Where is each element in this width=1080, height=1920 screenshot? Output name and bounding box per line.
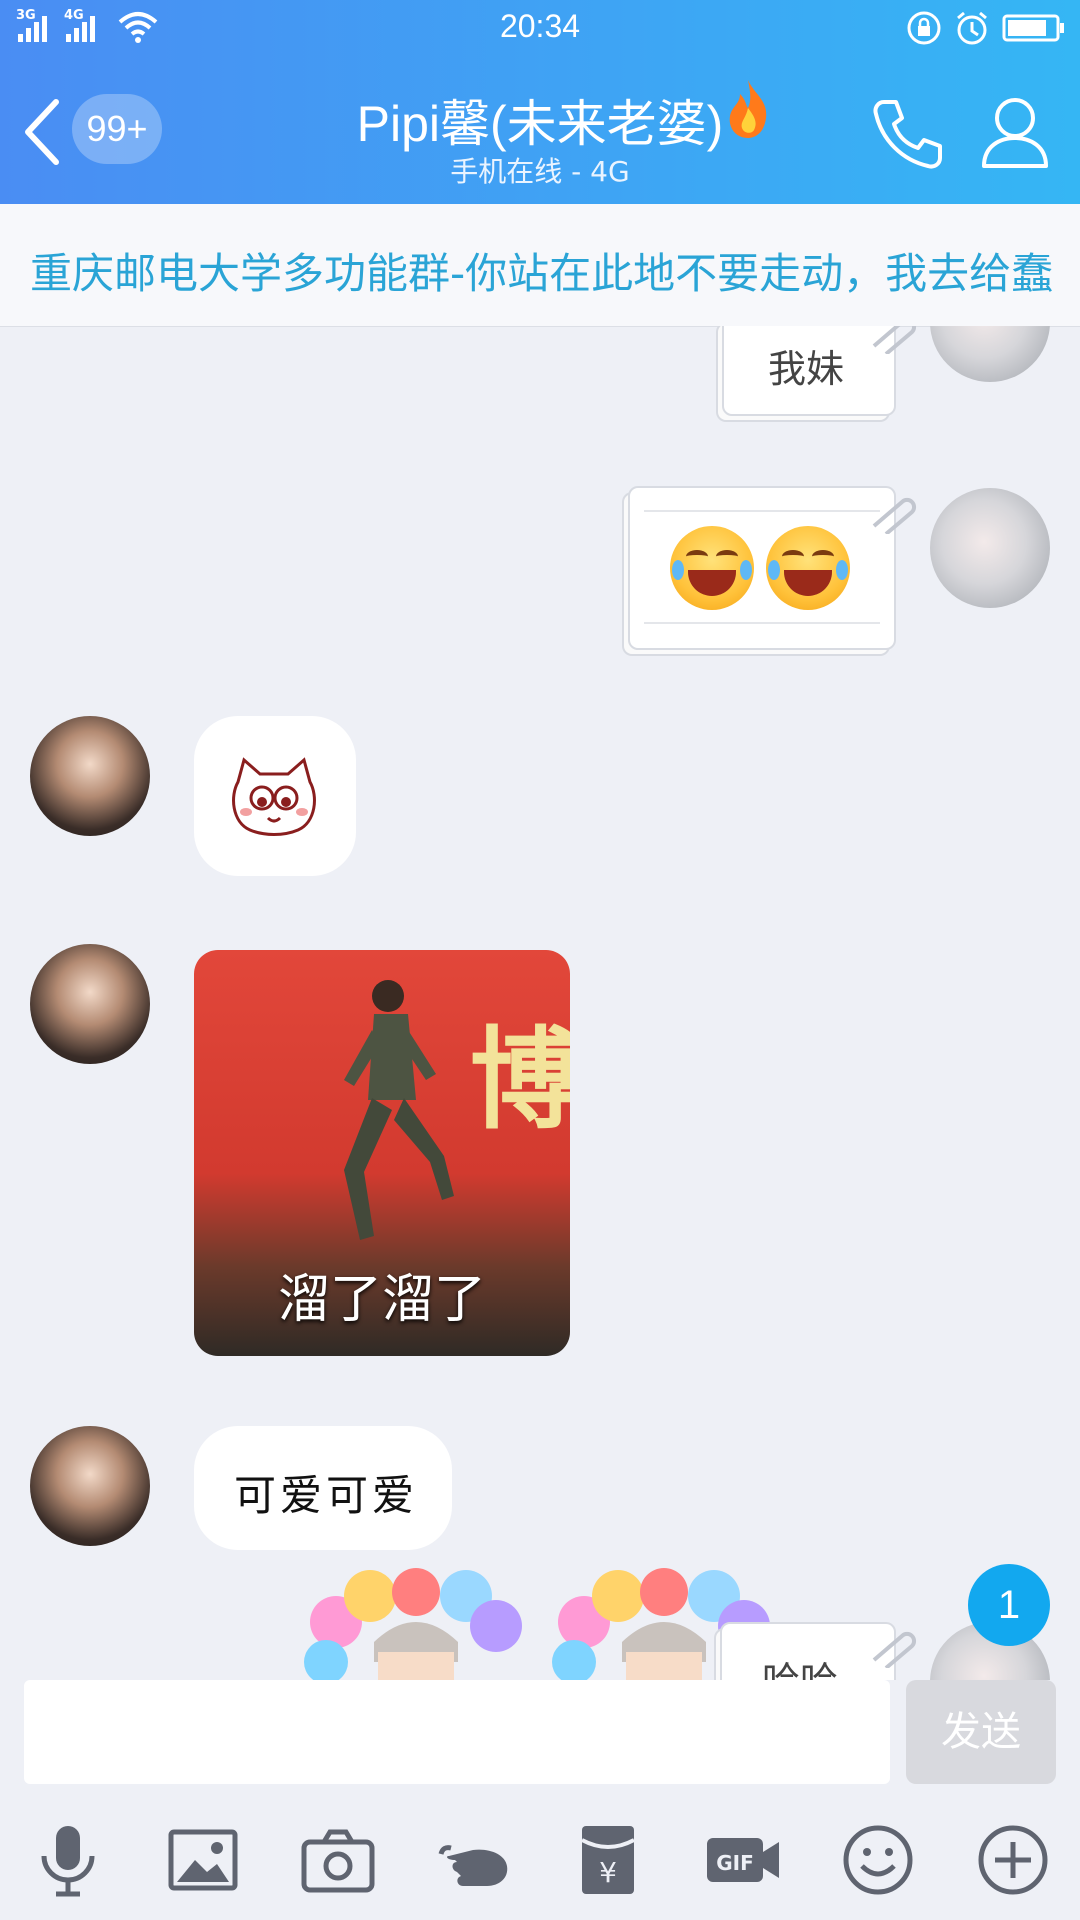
image-caption: 溜了溜了 [277, 1270, 486, 1330]
send-button[interactable]: 发送 [906, 1680, 1056, 1784]
message-text: 可爱可爱 [234, 1471, 419, 1520]
gif-icon[interactable]: GIF [703, 1820, 783, 1900]
emoji-icon[interactable] [838, 1820, 918, 1900]
message-text: 哈哈 [762, 1650, 838, 1680]
group-notice-bar[interactable]: 重庆邮电大学多功能群-你站在此地不要走动，我去给蠢 [0, 204, 1080, 327]
paperclip-icon [872, 326, 917, 354]
red-packet-icon[interactable]: ¥ [568, 1820, 648, 1900]
message-bubble-received[interactable] [194, 716, 356, 876]
svg-text:GIF: GIF [716, 1851, 754, 1875]
chat-title-text: Pipi馨(未来老婆) [356, 96, 724, 152]
message-text: 我妹 [768, 347, 845, 391]
contact-profile-icon[interactable] [980, 94, 1050, 172]
group-notice-text: 重庆邮电大学多功能群-你站在此地不要走动，我去给蠢 [30, 249, 1054, 298]
fire-icon [729, 80, 767, 138]
contact-avatar[interactable] [30, 716, 150, 836]
running-soldier-figure [344, 980, 454, 1240]
message-bubble-sent[interactable] [628, 486, 896, 650]
top-bar: 3G 4G 20:34 99+ Pipi馨(未来老婆) 手机在线 - 4G [0, 0, 1080, 204]
status-bar: 3G 4G 20:34 [0, 0, 1080, 56]
message-input[interactable] [24, 1680, 890, 1784]
image-icon[interactable] [163, 1820, 243, 1900]
tears-of-joy-emoji-icon [670, 526, 754, 610]
svg-text:¥: ¥ [599, 1856, 617, 1889]
phone-icon[interactable] [870, 94, 948, 172]
balloon-girl-sticker-icon [304, 1568, 522, 1680]
contact-avatar[interactable] [30, 1426, 150, 1546]
camera-icon[interactable] [298, 1820, 378, 1900]
photo-sign-character: 博 [470, 1016, 570, 1144]
rotation-lock-icon [907, 11, 941, 45]
chat-area[interactable]: 我妹 博 溜了溜了 可爱可爱 [0, 326, 1080, 1680]
image-message[interactable]: 博 溜了溜了 [194, 950, 570, 1356]
cat-sticker-icon [232, 757, 316, 836]
battery-icon [1002, 14, 1064, 42]
my-avatar[interactable] [930, 488, 1050, 608]
paperclip-icon [872, 1631, 917, 1668]
message-bubble-received[interactable]: 可爱可爱 [194, 1426, 452, 1550]
alarm-icon [957, 11, 987, 45]
input-bar: 发送 ¥ GIF [0, 1680, 1080, 1920]
mic-icon[interactable] [28, 1820, 108, 1900]
contact-avatar[interactable] [30, 944, 150, 1064]
new-message-count-badge[interactable]: 1 [968, 1564, 1050, 1646]
plus-icon[interactable] [973, 1820, 1053, 1900]
poke-icon[interactable] [433, 1820, 513, 1900]
tears-of-joy-emoji-icon [766, 526, 850, 610]
my-avatar[interactable] [930, 326, 1050, 382]
paperclip-icon [872, 497, 917, 534]
